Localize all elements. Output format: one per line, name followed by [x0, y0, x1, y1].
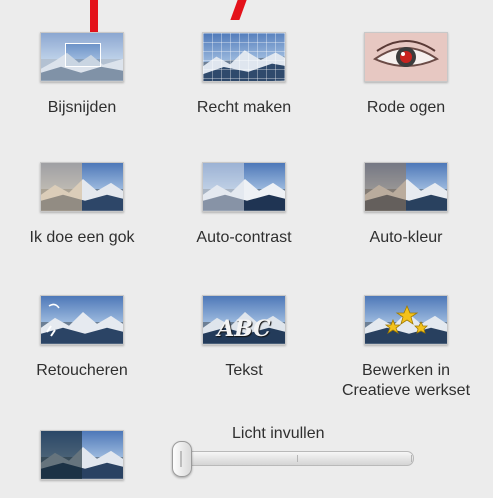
auto-contrast-label: Auto-contrast — [196, 229, 292, 246]
auto-color-icon — [364, 162, 448, 212]
auto-color-label: Auto-kleur — [369, 229, 443, 246]
fill-light-icon — [40, 430, 124, 480]
creative-kit-label-line2: Creatieve werkset — [341, 382, 471, 399]
fill-light-slider-thumb[interactable] — [172, 441, 192, 477]
crop-tool[interactable]: Bijsnijden — [2, 32, 162, 122]
auto-contrast-tool[interactable]: Auto-contrast — [164, 162, 324, 252]
creative-kit-tool[interactable]: Bewerken in Creatieve werkset — [326, 295, 486, 399]
auto-fix-label: Ik doe een gok — [29, 229, 135, 246]
annotation-mark-right — [230, 0, 247, 20]
straighten-label: Recht maken — [196, 99, 292, 116]
text-icon: ABC — [202, 295, 286, 345]
fill-light-thumbnail — [2, 430, 162, 490]
creative-kit-label: Bewerken in Creatieve werkset — [326, 361, 486, 401]
slider-tick — [411, 455, 412, 462]
retouch-icon — [40, 295, 124, 345]
straighten-icon — [202, 32, 286, 82]
crop-icon — [40, 32, 124, 82]
fill-light-slider-track[interactable] — [180, 451, 414, 466]
auto-fix-tool[interactable]: Ik doe een gok — [2, 162, 162, 252]
red-eye-icon — [364, 32, 448, 82]
red-eye-label: Rode ogen — [366, 99, 446, 116]
red-eye-tool[interactable]: Rode ogen — [326, 32, 486, 122]
auto-fix-icon — [40, 162, 124, 212]
auto-color-tool[interactable]: Auto-kleur — [326, 162, 486, 252]
thumb-text: ABC — [217, 316, 271, 342]
retouch-label: Retoucheren — [36, 362, 128, 379]
auto-contrast-icon — [202, 162, 286, 212]
slider-tick — [297, 455, 298, 462]
crop-label: Bijsnijden — [47, 99, 117, 116]
retouch-tool[interactable]: Retoucheren — [2, 295, 162, 385]
creative-kit-icon — [364, 295, 448, 345]
text-tool[interactable]: ABC Tekst — [164, 295, 324, 385]
creative-kit-label-line1: Bewerken in — [361, 362, 451, 379]
text-label: Tekst — [225, 362, 263, 379]
straighten-tool[interactable]: Recht maken — [164, 32, 324, 122]
fill-light-label: Licht invullen — [232, 425, 325, 442]
edit-tools-panel: Bijsnijden Recht maken Rode ogen Ik doe … — [0, 0, 493, 498]
